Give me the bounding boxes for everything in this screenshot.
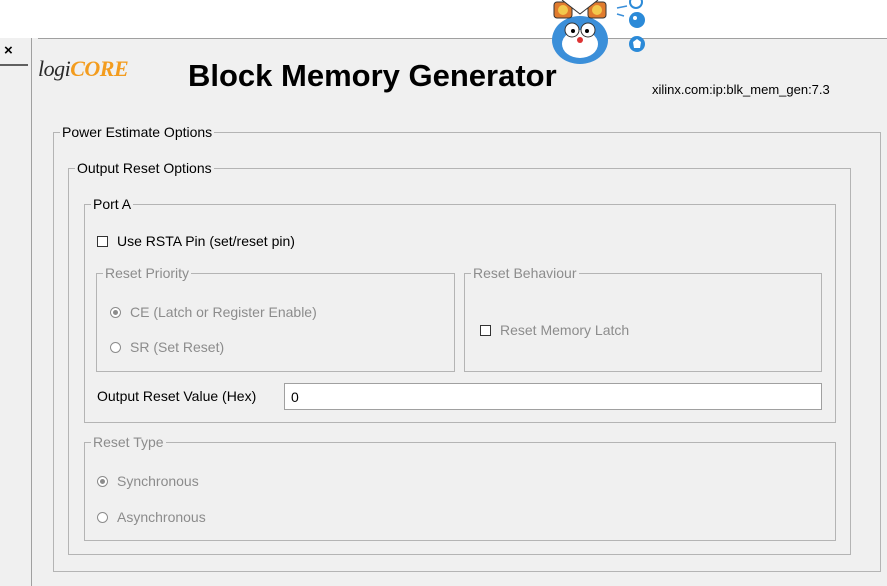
use-rsta-checkbox[interactable]: [97, 235, 108, 247]
output-reset-legend: Output Reset Options: [75, 160, 214, 176]
logo-core: CORE: [70, 56, 129, 81]
close-underline: [0, 64, 28, 66]
reset-type-group: Reset Type: [84, 434, 836, 541]
close-icon[interactable]: ×: [4, 42, 13, 59]
reset-priority-ce-label: CE (Latch or Register Enable): [130, 304, 317, 320]
reset-memory-latch-label: Reset Memory Latch: [500, 322, 630, 338]
reset-priority-ce-radio[interactable]: [110, 306, 121, 318]
left-strip: [0, 38, 32, 586]
output-reset-value-input[interactable]: [284, 383, 822, 410]
reset-type-async-label: Asynchronous: [117, 509, 206, 525]
port-a-legend: Port A: [91, 196, 134, 212]
reset-type-sync-radio-row[interactable]: Synchronous: [97, 473, 199, 489]
output-reset-value-label: Output Reset Value (Hex): [97, 388, 256, 404]
output-reset-value-text: Output Reset Value (Hex): [97, 388, 257, 404]
reset-type-async-radio-row[interactable]: Asynchronous: [97, 509, 206, 525]
ip-identifier: xilinx.com:ip:blk_mem_gen:7.3: [652, 82, 830, 97]
reset-priority-sr-radio[interactable]: [110, 341, 121, 353]
reset-behaviour-legend: Reset Behaviour: [471, 265, 579, 281]
reset-memory-latch-checkbox-row[interactable]: Reset Memory Latch: [480, 322, 629, 338]
logo-prefix: logi: [38, 56, 71, 81]
page-title: Block Memory Generator: [188, 58, 557, 93]
reset-priority-ce-radio-row[interactable]: CE (Latch or Register Enable): [110, 304, 317, 320]
power-estimate-legend: Power Estimate Options: [60, 124, 215, 140]
reset-type-sync-radio[interactable]: [97, 475, 108, 487]
reset-type-sync-label: Synchronous: [117, 473, 199, 489]
reset-priority-sr-label: SR (Set Reset): [130, 339, 225, 355]
top-divider: [38, 38, 887, 39]
top-band: [0, 0, 887, 38]
reset-memory-latch-checkbox[interactable]: [480, 324, 491, 336]
use-rsta-checkbox-row[interactable]: Use RSTA Pin (set/reset pin): [97, 233, 295, 249]
use-rsta-label: Use RSTA Pin (set/reset pin): [117, 233, 295, 249]
logicore-logo: logiCORE: [38, 56, 129, 82]
reset-type-legend: Reset Type: [91, 434, 166, 450]
reset-priority-sr-radio-row[interactable]: SR (Set Reset): [110, 339, 224, 355]
reset-priority-legend: Reset Priority: [103, 265, 192, 281]
reset-type-async-radio[interactable]: [97, 511, 108, 523]
reset-priority-group: Reset Priority: [96, 265, 455, 372]
mascot-icon: [552, 0, 645, 64]
